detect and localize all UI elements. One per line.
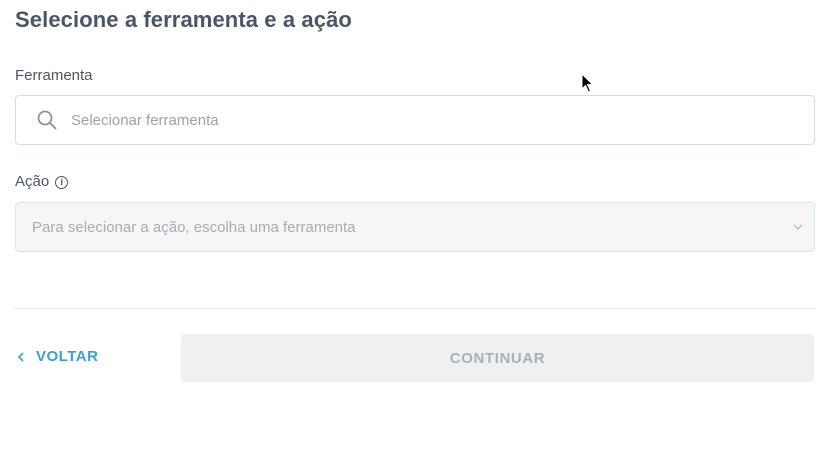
continue-button[interactable]: CONTINUAR xyxy=(181,334,814,382)
action-label: Ação xyxy=(15,173,50,190)
tool-label: Ferramenta xyxy=(15,67,93,84)
tool-search-input[interactable] xyxy=(71,111,771,129)
chevron-left-icon xyxy=(17,351,24,362)
chevron-down-icon xyxy=(793,224,803,230)
search-icon xyxy=(37,110,57,130)
footer-divider xyxy=(15,308,815,309)
action-select-placeholder: Para selecionar a ação, escolha uma ferr… xyxy=(32,218,356,236)
back-button[interactable]: VOLTAR xyxy=(17,348,98,365)
tool-search-field[interactable] xyxy=(15,95,815,145)
info-icon[interactable]: i xyxy=(55,176,69,189)
mouse-cursor-icon xyxy=(581,73,594,93)
back-button-label: VOLTAR xyxy=(36,348,99,365)
tool-action-selection-page: Selecione a ferramenta e a ação Ferramen… xyxy=(0,0,832,475)
action-select: Para selecionar a ação, escolha uma ferr… xyxy=(15,202,815,252)
action-label-row: Ação i xyxy=(15,173,69,190)
page-title: Selecione a ferramenta e a ação xyxy=(15,7,352,32)
